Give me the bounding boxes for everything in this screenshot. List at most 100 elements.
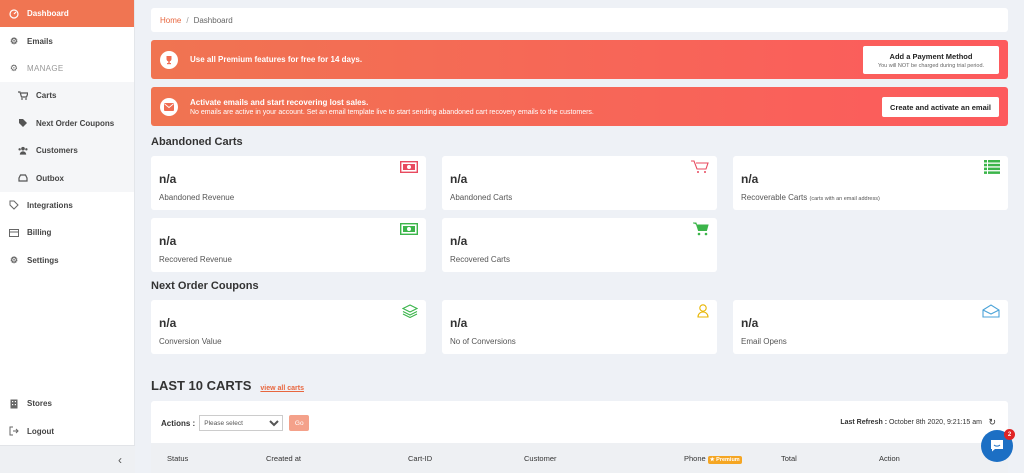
last-refresh-value: October 8th 2020, 9:21:15 am	[888, 419, 982, 426]
sidebar-item-customers[interactable]: Customers	[0, 136, 134, 165]
column-header-cart-id[interactable]: Cart-ID	[408, 454, 432, 463]
sidebar-item-label: Dashboard	[27, 9, 69, 19]
card-label: Recovered Carts	[450, 255, 511, 264]
add-payment-method-button[interactable]: Add a Payment Method You will NOT be cha…	[863, 45, 999, 74]
tags-icon	[18, 118, 28, 128]
column-header-status[interactable]: Status	[167, 454, 188, 463]
card-label: Email Opens	[741, 337, 787, 346]
card-label: Abandoned Revenue	[159, 193, 235, 202]
cart-icon	[693, 222, 709, 239]
sidebar-item-settings[interactable]: ⚙ Settings	[0, 247, 134, 274]
sidebar-item-manage[interactable]: ⚙ MANAGE	[0, 55, 134, 82]
column-header-total[interactable]: Total	[781, 454, 797, 463]
no-of-conversions-card: n/a No of Conversions	[442, 300, 717, 354]
table-header: Status Created at Cart-ID Customer Phone…	[151, 443, 1008, 473]
refresh-icon[interactable]: ↻	[988, 417, 996, 428]
card-label: Recovered Revenue	[159, 255, 232, 264]
credit-card-icon	[9, 228, 19, 238]
card-value: n/a	[159, 316, 177, 330]
sidebar-collapse-button[interactable]: ‹	[0, 445, 135, 473]
premium-badge-label: Premium	[716, 456, 740, 463]
column-header-created-at[interactable]: Created at	[266, 454, 301, 463]
cart-icon	[18, 91, 28, 101]
last-carts-header: LAST 10 CARTS view all carts	[151, 378, 1008, 393]
sidebar-item-label: Settings	[27, 255, 59, 265]
abandoned-row-2: n/a Recovered Revenue n/a Recovered Cart…	[151, 218, 1008, 272]
user-icon	[697, 304, 709, 321]
card-value: n/a	[450, 234, 468, 248]
column-header-phone[interactable]: Phone ★ Premium	[684, 453, 742, 464]
add-payment-method-label: Add a Payment Method	[889, 51, 973, 61]
tag-icon	[9, 200, 19, 211]
premium-badge: ★ Premium	[707, 455, 742, 464]
layers-icon	[401, 304, 419, 321]
last-refresh-label: Last Refresh :	[840, 419, 888, 426]
go-button[interactable]: Go	[289, 415, 310, 431]
actions-label: Actions :	[161, 418, 196, 428]
card-label-note: (carts with an email address)	[809, 196, 880, 202]
view-all-carts-link[interactable]: view all carts	[260, 385, 304, 392]
sidebar-item-integrations[interactable]: Integrations	[0, 192, 134, 219]
dashboard-icon	[9, 9, 19, 19]
breadcrumb-home-link[interactable]: Home	[160, 16, 181, 25]
card-label: No of Conversions	[450, 337, 516, 346]
sidebar-item-carts[interactable]: Carts	[0, 82, 134, 110]
emails-banner-subtitle: No emails are active in your account. Se…	[190, 108, 594, 116]
recovered-revenue-card: n/a Recovered Revenue	[151, 218, 426, 272]
sidebar-item-label: Next Order Coupons	[36, 118, 115, 128]
column-header-phone-label: Phone	[684, 453, 706, 463]
card-value: n/a	[159, 172, 177, 186]
emails-banner-title: Activate emails and start recovering los…	[190, 97, 369, 107]
sidebar-item-label: Integrations	[27, 200, 73, 210]
sidebar-item-dashboard[interactable]: Dashboard	[0, 0, 134, 28]
manage-submenu: Carts Next Order Coupons Customers Outbo…	[0, 82, 134, 192]
sidebar-item-billing[interactable]: Billing	[0, 219, 134, 246]
conversion-value-card: n/a Conversion Value	[151, 300, 426, 354]
abandoned-row-1: n/a Abandoned Revenue n/a Abandoned Cart…	[151, 156, 1008, 210]
breadcrumb-separator: /	[186, 15, 189, 25]
card-label: Conversion Value	[159, 337, 222, 346]
actions-select[interactable]: Please select	[199, 415, 284, 431]
card-value: n/a	[450, 316, 468, 330]
sidebar-item-label: Billing	[27, 228, 52, 238]
sidebar-item-logout[interactable]: Logout	[0, 418, 135, 445]
trophy-icon	[160, 50, 178, 69]
breadcrumb-current: Dashboard	[193, 15, 233, 25]
inbox-icon	[18, 173, 28, 183]
sidebar: Dashboard ⚙ Emails ⚙ MANAGE Carts Next O…	[0, 0, 135, 473]
activate-emails-banner: Activate emails and start recovering los…	[151, 87, 1008, 126]
main-content: Home / Dashboard Use all Premium feature…	[135, 0, 1024, 473]
abandoned-carts-title: Abandoned Carts	[151, 136, 243, 148]
premium-trial-banner: Use all Premium features for free for 14…	[151, 40, 1008, 79]
sidebar-item-stores[interactable]: Stores	[0, 390, 135, 417]
chat-notification-badge: 2	[1004, 429, 1015, 440]
sidebar-item-emails[interactable]: ⚙ Emails	[0, 27, 134, 54]
sidebar-item-label: MANAGE	[27, 63, 64, 73]
cart-icon	[691, 160, 709, 177]
gear-icon: ⚙	[9, 254, 19, 265]
last-carts-title: LAST 10 CARTS	[151, 378, 252, 393]
create-activate-email-button[interactable]: Create and activate an email	[882, 96, 999, 117]
recoverable-carts-card: n/a Recoverable Carts (carts with an ema…	[733, 156, 1008, 210]
email-opens-card: n/a Email Opens	[733, 300, 1008, 354]
sidebar-item-outbox[interactable]: Outbox	[0, 164, 134, 192]
envelope-open-icon	[982, 304, 1000, 321]
card-label-text: Recoverable Carts	[741, 193, 808, 202]
sidebar-item-label: Emails	[27, 36, 53, 46]
next-order-coupons-title: Next Order Coupons	[151, 280, 259, 292]
last-refresh: Last Refresh : October 8th 2020, 9:21:15…	[840, 419, 982, 426]
sidebar-item-next-order-coupons[interactable]: Next Order Coupons	[0, 109, 134, 137]
premium-banner-title: Use all Premium features for free for 14…	[190, 55, 363, 64]
chevron-left-icon: ‹	[118, 452, 122, 467]
money-icon	[399, 222, 419, 238]
column-header-action: Action	[879, 453, 900, 463]
coupons-row: n/a Conversion Value n/a No of Conversio…	[151, 300, 1008, 354]
card-value: n/a	[450, 172, 468, 186]
add-payment-method-note: You will NOT be charged during trial per…	[877, 62, 985, 69]
building-icon	[9, 399, 19, 409]
sidebar-bottom: Stores Logout ‹	[0, 390, 135, 473]
gear-icon: ⚙	[9, 62, 19, 73]
logout-icon	[9, 426, 19, 436]
last-carts-panel: Actions : Please select Go Last Refresh …	[151, 401, 1008, 473]
column-header-customer[interactable]: Customer	[524, 454, 557, 463]
